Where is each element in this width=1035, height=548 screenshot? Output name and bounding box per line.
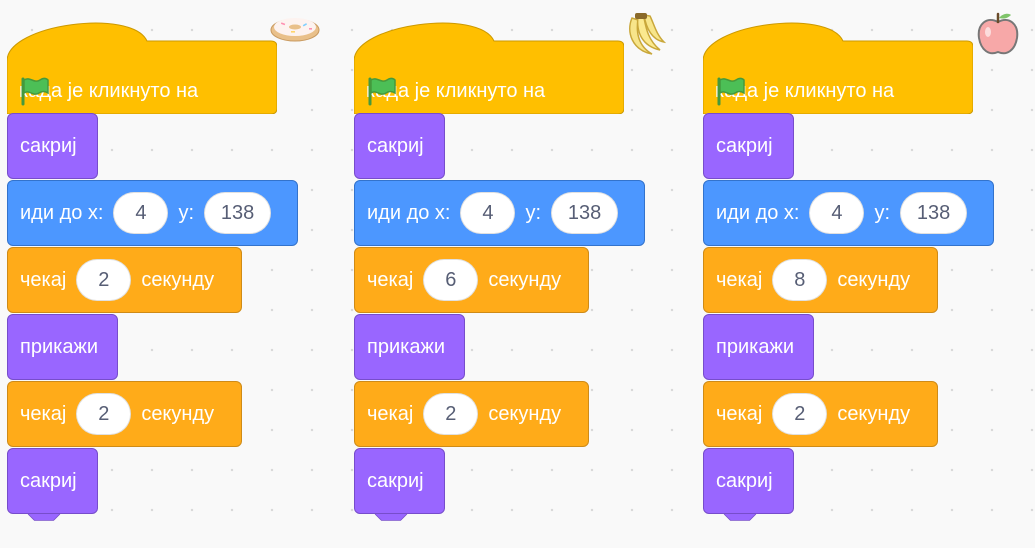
wait-block[interactable]: чекај 6 секунду [354,247,589,313]
script-donut: када је кликнуто на сакриј иди до x: 4 y… [7,0,320,548]
y-input[interactable]: 138 [204,192,272,234]
go-to-label: иди до x: [367,201,451,224]
show-label: прикажи [20,335,98,358]
go-to-label: иди до x: [20,201,104,224]
show-label: прикажи [716,335,794,358]
x-input[interactable]: 4 [809,192,865,234]
x-input[interactable]: 4 [113,192,169,234]
hide-label: сакриј [367,469,424,492]
wait-seconds-input[interactable]: 2 [76,259,132,301]
y-input[interactable]: 138 [551,192,619,234]
apple-sprite-icon [973,10,1023,65]
go-to-xy-block[interactable]: иди до x: 4 y: 138 [703,180,994,246]
when-flag-clicked-block[interactable]: када је кликнуто на [7,16,277,114]
script-bananas: када је кликнуто на сакриј иди до x: 4 y… [354,0,667,548]
block-notch [27,514,61,521]
green-flag-icon [717,76,940,106]
y-label: y: [178,201,195,224]
wait-label: чекај [20,402,67,425]
wait-block[interactable]: чекај 2 секунду [7,381,242,447]
go-to-label: иди до x: [716,201,800,224]
seconds-label: секунду [837,402,911,425]
bananas-sprite-icon [622,12,667,63]
show-label: прикажи [367,335,445,358]
hide-label: сакриј [367,134,424,157]
wait-seconds-input[interactable]: 2 [423,393,479,435]
show-block[interactable]: прикажи [703,314,814,380]
hide-block[interactable]: сакриј [7,448,98,521]
block-notch [374,514,408,521]
wait-block[interactable]: чекај 2 секунду [7,247,242,313]
seconds-label: секунду [837,268,911,291]
go-to-xy-block[interactable]: иди до x: 4 y: 138 [7,180,298,246]
hide-label: сакриј [20,134,77,157]
hide-label: сакриј [716,134,773,157]
wait-label: чекај [716,402,763,425]
hide-block[interactable]: сакриј [703,113,794,179]
hide-label: сакриј [20,469,77,492]
when-flag-clicked-block[interactable]: када је кликнуто на [354,16,624,114]
wait-label: чекај [367,402,414,425]
block-notch [723,514,757,521]
y-input[interactable]: 138 [900,192,968,234]
wait-seconds-input[interactable]: 8 [772,259,828,301]
seconds-label: секунду [488,268,562,291]
hide-block[interactable]: сакриј [7,113,98,179]
y-label: y: [874,201,891,224]
y-label: y: [525,201,542,224]
x-input[interactable]: 4 [460,192,516,234]
wait-label: чекај [716,268,763,291]
hide-block[interactable]: сакриј [703,448,794,521]
wait-seconds-input[interactable]: 6 [423,259,479,301]
show-block[interactable]: прикажи [7,314,118,380]
wait-seconds-input[interactable]: 2 [76,393,132,435]
wait-label: чекај [20,268,67,291]
green-flag-icon [368,76,591,106]
go-to-xy-block[interactable]: иди до x: 4 y: 138 [354,180,645,246]
hide-block[interactable]: сакриј [354,113,445,179]
wait-label: чекај [367,268,414,291]
show-block[interactable]: прикажи [354,314,465,380]
seconds-label: секунду [488,402,562,425]
green-flag-icon [21,76,244,106]
when-flag-clicked-block[interactable]: када је кликнуто на [703,16,973,114]
seconds-label: секунду [141,268,215,291]
wait-block[interactable]: чекај 8 секунду [703,247,938,313]
wait-block[interactable]: чекај 2 секунду [354,381,589,447]
script-apple: када је кликнуто на сакриј иди до x: 4 y… [703,0,1033,548]
hide-label: сакриј [716,469,773,492]
seconds-label: секунду [141,402,215,425]
wait-seconds-input[interactable]: 2 [772,393,828,435]
wait-block[interactable]: чекај 2 секунду [703,381,938,447]
hide-block[interactable]: сакриј [354,448,445,521]
